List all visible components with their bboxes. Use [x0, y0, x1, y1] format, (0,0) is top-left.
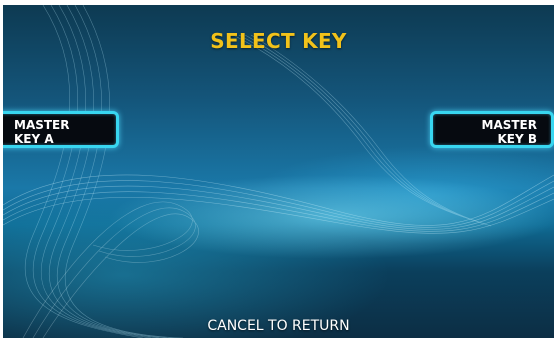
master-key-a-button[interactable]: MASTER KEY A — [3, 111, 119, 148]
page-title: SELECT KEY — [210, 29, 347, 53]
button-label-line1: MASTER — [14, 118, 70, 132]
atm-screen: SELECT KEY MASTER KEY A MASTER KEY B CAN… — [3, 5, 554, 338]
cancel-instruction: CANCEL TO RETURN — [207, 318, 350, 334]
master-key-b-button[interactable]: MASTER KEY B — [430, 111, 554, 148]
wave-background — [3, 5, 554, 338]
button-label-line2: KEY A — [14, 132, 54, 146]
button-label-line1: MASTER — [481, 118, 538, 132]
button-label-line2: KEY B — [497, 132, 537, 146]
